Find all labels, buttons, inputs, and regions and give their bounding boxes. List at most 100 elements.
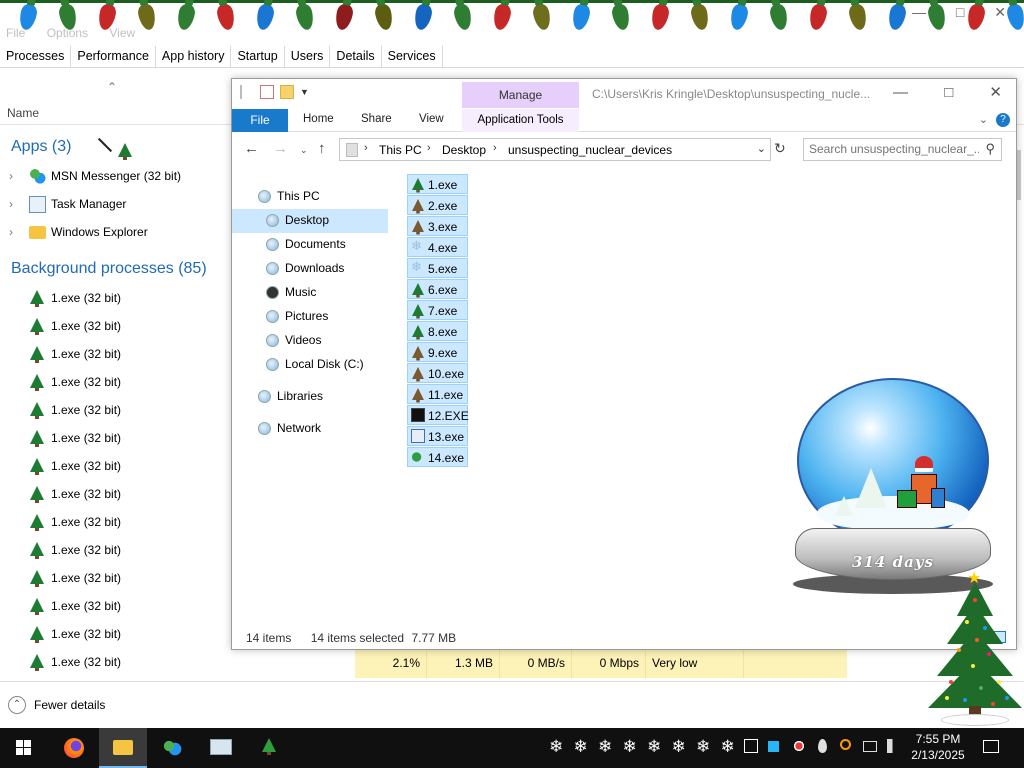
taskbar-msn[interactable] — [148, 728, 196, 768]
menu-options[interactable]: Options — [47, 26, 88, 40]
process-row[interactable]: 1.exe (32 bit) — [0, 344, 230, 368]
security-tray-icon[interactable] — [792, 739, 806, 753]
nav-item-music[interactable]: Music — [232, 281, 388, 305]
fewer-details-link[interactable]: Fewer details — [34, 698, 105, 712]
forward-arrow-icon[interactable]: → — [273, 140, 288, 157]
blue-square-tray-icon[interactable] — [768, 741, 779, 752]
file-item[interactable]: 9.exe — [407, 342, 468, 362]
address-bar[interactable]: › This PC › Desktop › unsuspecting_nucle… — [339, 138, 771, 161]
taskbar-task-manager[interactable] — [197, 728, 245, 768]
snowflake-tray-icon[interactable]: ❄ — [549, 737, 563, 757]
app-row-task-manager[interactable]: › Task Manager — [0, 194, 230, 218]
process-row[interactable]: 1.exe (32 bit) — [0, 484, 230, 508]
tab-home[interactable]: Home — [303, 113, 334, 125]
file-item[interactable]: 13.exe — [407, 426, 468, 446]
nav-item-this-pc[interactable]: This PC — [232, 185, 388, 209]
snowflake-tray-icon[interactable]: ❄ — [672, 737, 686, 757]
new-folder-icon[interactable] — [280, 85, 294, 99]
close-icon[interactable]: ✕ — [989, 84, 1002, 101]
file-item[interactable]: 8.exe — [407, 321, 468, 341]
file-item[interactable]: 2.exe — [407, 195, 468, 215]
breadcrumb-this-pc[interactable]: This PC — [379, 143, 422, 157]
minimize-icon[interactable]: — — [912, 4, 926, 20]
taskbar-firefox[interactable] — [50, 728, 98, 768]
process-row[interactable]: 1.exe (32 bit) — [0, 596, 230, 620]
file-item[interactable]: 3.exe — [407, 216, 468, 236]
address-dropdown-icon[interactable]: ⌄ — [757, 142, 766, 155]
taskbar-file-explorer[interactable] — [99, 728, 147, 768]
refresh-icon[interactable]: ↻ — [774, 140, 786, 157]
tab-application-tools[interactable]: Application Tools — [462, 109, 579, 132]
sort-chevron-up-icon[interactable]: ⌃ — [107, 80, 117, 94]
help-icon[interactable]: ? — [996, 113, 1010, 127]
network-icon[interactable] — [863, 741, 877, 752]
search-tray-icon[interactable] — [840, 739, 851, 750]
search-box[interactable]: ⚲ — [803, 138, 1002, 161]
snowflake-tray-icon[interactable]: ❄ — [574, 737, 588, 757]
minimize-icon[interactable]: — — [893, 84, 908, 101]
taskbar-tree-app[interactable] — [246, 728, 294, 768]
nav-item-videos[interactable]: Videos — [232, 329, 388, 353]
menu-file[interactable]: File — [6, 26, 25, 40]
checklist-icon[interactable] — [260, 85, 274, 99]
volume-muted-icon[interactable] — [887, 739, 901, 753]
column-header-name[interactable]: Name — [7, 106, 39, 120]
tab-share[interactable]: Share — [361, 113, 392, 125]
close-icon[interactable]: ✕ — [994, 4, 1006, 20]
breadcrumb-desktop[interactable]: Desktop — [442, 143, 486, 157]
nav-item-network[interactable]: Network — [232, 417, 388, 441]
file-item[interactable]: 12.EXE — [407, 405, 469, 425]
file-item[interactable]: 14.exe — [407, 447, 468, 467]
nav-item-downloads[interactable]: Downloads — [232, 257, 388, 281]
file-item[interactable]: ❄ 5.exe — [407, 258, 468, 278]
process-usage-row[interactable]: 2.1% 1.3 MB 0 MB/s 0 Mbps Very low — [355, 650, 847, 678]
clock[interactable]: 7:55 PM 2/13/2025 — [908, 731, 968, 763]
manage-tab[interactable]: Manage — [462, 82, 579, 108]
drop-tray-icon[interactable] — [818, 739, 827, 753]
tab-startup[interactable]: Startup — [231, 46, 285, 67]
ribbon-expand-icon[interactable]: ⌄ — [979, 113, 988, 126]
snowflake-tray-icon[interactable]: ❄ — [721, 737, 735, 757]
file-item[interactable]: ❄ 4.exe — [407, 237, 468, 257]
maximize-icon[interactable]: □ — [944, 84, 953, 101]
search-icon[interactable]: ⚲ — [985, 141, 995, 157]
app-row-windows-explorer[interactable]: › Windows Explorer — [0, 222, 230, 246]
process-row[interactable]: 1.exe (32 bit) — [0, 540, 230, 564]
nav-item-desktop[interactable]: Desktop — [232, 209, 388, 233]
chevron-up-circle-icon[interactable]: ⌃ — [8, 696, 26, 714]
expand-chevron-icon[interactable]: › — [9, 225, 13, 239]
app-row-msn[interactable]: › MSN Messenger (32 bit) — [0, 166, 230, 190]
maximize-icon[interactable]: □ — [956, 4, 964, 20]
file-item[interactable]: 6.exe — [407, 279, 468, 299]
recent-locations-icon[interactable]: ⌄ — [300, 145, 308, 156]
process-row[interactable]: 1.exe (32 bit) — [0, 652, 230, 676]
tab-app-history[interactable]: App history — [156, 46, 232, 67]
tab-performance[interactable]: Performance — [71, 46, 156, 67]
start-button[interactable] — [0, 728, 48, 768]
file-item[interactable]: 7.exe — [407, 300, 468, 320]
snow-globe-widget[interactable]: 314 days — [793, 378, 993, 596]
file-item[interactable]: 1.exe — [407, 174, 468, 194]
snowflake-tray-icon[interactable]: ❄ — [623, 737, 637, 757]
snowflake-tray-icon[interactable]: ❄ — [696, 737, 710, 757]
nav-item-documents[interactable]: Documents — [232, 233, 388, 257]
tab-services[interactable]: Services — [382, 46, 443, 67]
notification-center-icon[interactable] — [983, 740, 999, 753]
properties-icon[interactable] — [240, 85, 254, 99]
process-row[interactable]: 1.exe (32 bit) — [0, 624, 230, 648]
up-arrow-icon[interactable]: ↑ — [318, 140, 326, 157]
tab-users[interactable]: Users — [285, 46, 331, 67]
process-row[interactable]: 1.exe (32 bit) — [0, 400, 230, 424]
tab-view[interactable]: View — [419, 113, 444, 125]
process-row[interactable]: 1.exe (32 bit) — [0, 316, 230, 340]
tab-details[interactable]: Details — [330, 46, 382, 67]
file-item[interactable]: 10.exe — [407, 363, 468, 383]
expand-chevron-icon[interactable]: › — [9, 169, 13, 183]
breadcrumb-folder[interactable]: unsuspecting_nuclear_devices — [508, 143, 672, 157]
snowflake-tray-icon[interactable]: ❄ — [598, 737, 612, 757]
qat-dropdown-icon[interactable]: ▼ — [300, 87, 309, 97]
nav-item-pictures[interactable]: Pictures — [232, 305, 388, 329]
network-warning-icon[interactable] — [744, 739, 758, 753]
nav-item-local-disk-c[interactable]: Local Disk (C:) — [232, 353, 388, 377]
snowflake-tray-icon[interactable]: ❄ — [647, 737, 661, 757]
